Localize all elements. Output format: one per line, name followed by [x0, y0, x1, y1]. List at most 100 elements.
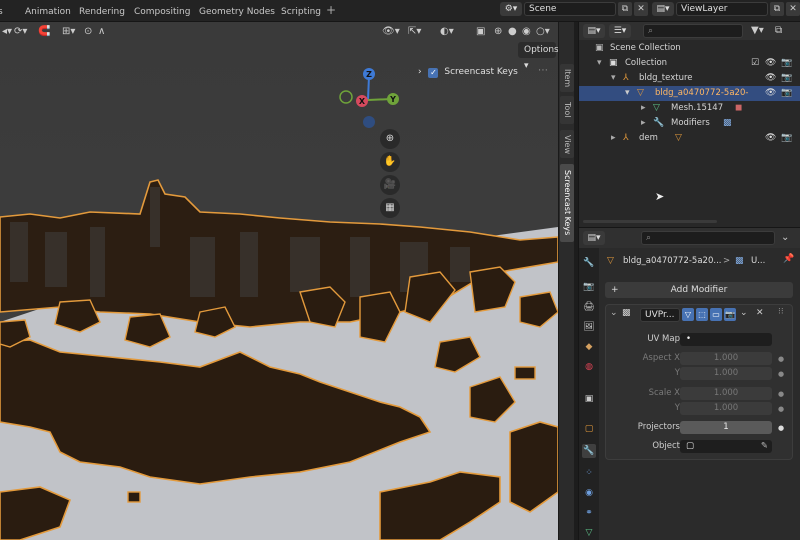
horizontal-scrollbar[interactable] — [583, 220, 717, 223]
collapse-arrow-icon[interactable]: ⌄ — [610, 308, 618, 318]
options-dropdown[interactable]: Options ▾ — [518, 42, 558, 71]
outliner-row-mesh[interactable]: ▸ ▽ Mesh.15147 ◼ — [579, 101, 800, 116]
screencast-keys-toggle[interactable]: › ✓ Screencast Keys — [418, 65, 518, 79]
scene-selector-icon[interactable]: ⚙▾ — [500, 2, 522, 16]
delete-scene-button[interactable]: ✕ — [634, 2, 648, 16]
transform-pivot-icon[interactable]: ⟳▾ — [14, 25, 27, 39]
tool-tab-icon[interactable]: 🔧 — [582, 256, 596, 270]
tab-overflow[interactable]: s — [0, 5, 6, 19]
expand-arrow-icon[interactable]: ▾ — [625, 86, 630, 101]
modifier-name-field[interactable]: UVPr... — [640, 308, 680, 322]
outliner-row-bldg-texture[interactable]: ▾ ⅄ bldg_texture 👁 📷 — [579, 71, 800, 86]
xray-icon[interactable]: ▣ — [476, 25, 485, 39]
outliner-search-input[interactable]: ⌕ — [643, 24, 743, 38]
view-layer-tab-icon[interactable]: 🖼 — [582, 320, 596, 334]
aspect-y-field[interactable]: 1.000 — [680, 367, 772, 380]
outliner-row-collection[interactable]: ▾ ▣ Collection ☑ 👁 📷 — [579, 56, 800, 71]
scale-x-field[interactable]: 1.000 — [680, 387, 772, 400]
shading-material-icon[interactable]: ◉ — [522, 25, 531, 39]
outliner-row-dem[interactable]: ▸ ⅄ dem ▽ 👁 📷 — [579, 131, 800, 146]
keyframe-dot-icon[interactable]: ● — [778, 390, 784, 398]
checkbox-icon[interactable]: ✓ — [428, 68, 439, 78]
sidebar-tab-tool[interactable]: Tool — [560, 96, 574, 124]
camera-icon[interactable]: 📷 — [781, 131, 792, 146]
checkbox-icon[interactable]: ☑ — [751, 56, 759, 71]
expand-arrow-icon[interactable]: ▸ — [641, 116, 646, 131]
close-icon[interactable]: ✕ — [756, 308, 764, 318]
outliner-row-bldg-object[interactable]: ▾ ▽ bldg_a0470772-5a20- 👁 📷 — [579, 86, 800, 101]
camera-icon[interactable]: 📷 — [781, 71, 792, 86]
zoom-icon[interactable]: ⊕ — [380, 129, 400, 149]
physics-tab-icon[interactable]: ◉ — [582, 486, 596, 500]
scene-name-field[interactable]: Scene — [524, 2, 616, 16]
expand-arrow-icon[interactable]: ▾ — [597, 56, 602, 71]
shading-solid-icon[interactable]: ● — [508, 25, 517, 39]
perspective-grid-icon[interactable]: ▦ — [380, 198, 400, 218]
keyframe-dot-icon[interactable]: ● — [778, 424, 784, 432]
tab-rendering[interactable]: Rendering — [79, 5, 125, 19]
new-scene-button[interactable]: ⧉ — [618, 2, 632, 16]
object-field[interactable]: ▢ ✎ — [680, 440, 772, 453]
3d-viewport[interactable]: ◂▾ ⟳▾ 🧲 ⊞▾ ⊙ ∧ 👁▾ ⇱▾ ◐▾ ▣ ⊕ ● ◉ ○▾ Optio… — [0, 22, 558, 540]
overlays-icon[interactable]: ◐▾ — [440, 25, 454, 39]
on-cage-toggle-icon[interactable]: ⬚ — [696, 308, 708, 321]
camera-icon[interactable]: 📷 — [781, 56, 792, 71]
add-workspace-button[interactable]: + — [326, 3, 336, 17]
object-tab-icon[interactable]: ▢ — [582, 422, 596, 436]
proportional-editing-icon[interactable]: ⊙ — [84, 25, 92, 39]
snap-target-icon[interactable]: ⊞▾ — [62, 25, 75, 39]
new-collection-icon[interactable]: ⧉ — [775, 24, 782, 38]
tab-scripting[interactable]: Scripting — [281, 5, 321, 19]
keyframe-dot-icon[interactable]: ● — [778, 405, 784, 413]
sidebar-tab-item[interactable]: Item — [560, 64, 574, 92]
editor-type-icon[interactable]: ▤▾ — [583, 24, 605, 38]
particles-tab-icon[interactable]: ⁘ — [582, 466, 596, 480]
falloff-icon[interactable]: ∧ — [98, 25, 105, 39]
delete-view-layer-button[interactable]: ✕ — [786, 2, 800, 16]
camera-icon[interactable]: 📷 — [781, 86, 792, 101]
pan-hand-icon[interactable]: ✋ — [380, 152, 400, 172]
outliner-row-scene-collection[interactable]: ▣ Scene Collection — [579, 41, 800, 56]
snap-icon[interactable]: 🧲 — [38, 25, 50, 39]
navigation-gizmo[interactable]: Z Y X — [338, 66, 408, 128]
eye-icon[interactable]: 👁 — [765, 56, 776, 71]
drag-handle-icon[interactable]: ⁝⁝ — [778, 307, 784, 317]
view-layer-selector-icon[interactable]: ▤▾ — [652, 2, 674, 16]
sidebar-tab-view[interactable]: View — [560, 130, 574, 158]
camera-view-icon[interactable]: 🎥 — [380, 175, 400, 195]
data-tab-icon[interactable]: ▽ — [582, 526, 596, 540]
drag-handle-icon[interactable]: ⋯ — [538, 64, 548, 78]
gizmo-toggle-icon[interactable]: ⇱▾ — [408, 25, 421, 39]
view-layer-field[interactable]: ViewLayer — [676, 2, 768, 16]
eye-icon[interactable]: 👁 — [765, 71, 776, 86]
visibility-icon[interactable]: 👁▾ — [382, 25, 400, 39]
expand-arrow-icon[interactable]: ▸ — [641, 101, 646, 116]
tab-compositing[interactable]: Compositing — [134, 5, 190, 19]
expand-arrow-icon[interactable]: ▾ — [611, 71, 616, 86]
eye-icon[interactable]: 👁 — [765, 131, 776, 146]
viewport-toggle-icon[interactable]: ▭ — [710, 308, 722, 321]
eyedropper-icon[interactable]: ✎ — [761, 440, 768, 453]
projectors-field[interactable]: 1 — [680, 421, 772, 434]
render-tab-icon[interactable]: 📷 — [582, 280, 596, 294]
uv-map-field[interactable]: • — [680, 333, 772, 346]
constraints-tab-icon[interactable]: ⚭ — [582, 506, 596, 520]
outliner-row-modifiers[interactable]: ▸ 🔧 Modifiers ▩ — [579, 116, 800, 131]
chevron-down-icon[interactable]: ⌄ — [740, 308, 748, 318]
scale-y-field[interactable]: 1.000 — [680, 402, 772, 415]
shading-wireframe-icon[interactable]: ⊕ — [494, 25, 502, 39]
chevron-right-icon[interactable]: › — [418, 67, 422, 77]
keyframe-dot-icon[interactable]: ● — [778, 355, 784, 363]
expand-arrow-icon[interactable]: ▸ — [611, 131, 616, 146]
tab-animation[interactable]: Animation — [25, 5, 71, 19]
render-toggle-icon[interactable]: 📷 — [724, 308, 736, 321]
output-tab-icon[interactable]: 🖨 — [582, 300, 596, 314]
scene-tab-icon[interactable]: ◆ — [582, 340, 596, 354]
add-modifier-button[interactable]: + Add Modifier — [605, 282, 793, 298]
shading-rendered-icon[interactable]: ○▾ — [536, 25, 550, 39]
keyframe-dot-icon[interactable]: ● — [778, 370, 784, 378]
world-tab-icon[interactable]: ◍ — [582, 360, 596, 374]
display-mode-icon[interactable]: ☰▾ — [609, 24, 631, 38]
collection-tab-icon[interactable]: ▣ — [582, 392, 596, 406]
edit-mode-toggle-icon[interactable]: ▽ — [682, 308, 694, 321]
